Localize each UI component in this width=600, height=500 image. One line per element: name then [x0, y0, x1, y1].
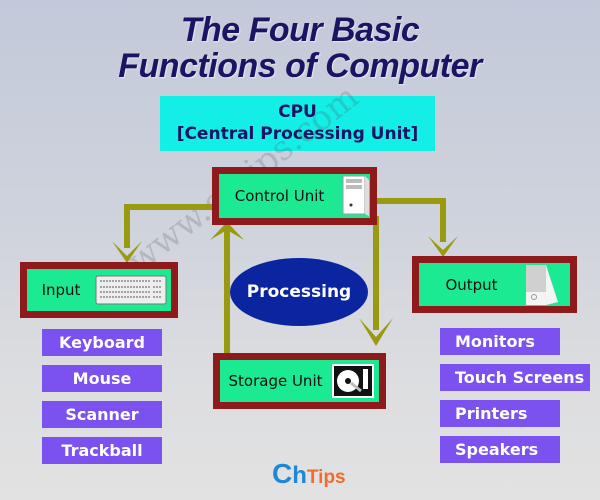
input-label: Input: [41, 281, 81, 299]
arrow-control-to-input: [124, 204, 212, 248]
storage-unit-label: Storage Unit: [228, 372, 323, 390]
input-device-scanner: Scanner: [42, 401, 162, 428]
logo-h: h: [292, 462, 307, 489]
control-unit-box: Control Unit: [212, 167, 377, 225]
input-box: Input: [20, 262, 178, 318]
output-device-printers: Printers: [440, 400, 560, 427]
logo-tips: Tips: [306, 467, 346, 488]
keyboard-icon: [95, 274, 171, 306]
output-device-speakers: Speakers: [440, 436, 560, 463]
input-device-trackball: Trackball: [42, 437, 162, 464]
printer-icon: [524, 264, 570, 306]
output-box: Output: [412, 256, 577, 313]
hard-disk-icon: [331, 363, 379, 399]
input-device-keyboard: Keyboard: [42, 329, 162, 356]
processing-ellipse: Processing: [230, 258, 368, 326]
output-device-monitors: Monitors: [440, 328, 560, 355]
chtips-logo: ChTips: [272, 458, 346, 490]
output-device-touch-screens: Touch Screens: [440, 364, 590, 391]
output-label: Output: [445, 275, 498, 294]
arrow-control-to-output: [376, 198, 446, 242]
control-unit-label: Control Unit: [234, 187, 325, 205]
input-device-mouse: Mouse: [42, 365, 162, 392]
storage-unit-box: Storage Unit: [213, 353, 386, 409]
logo-c: C: [272, 458, 293, 489]
computer-tower-icon: [340, 175, 370, 217]
